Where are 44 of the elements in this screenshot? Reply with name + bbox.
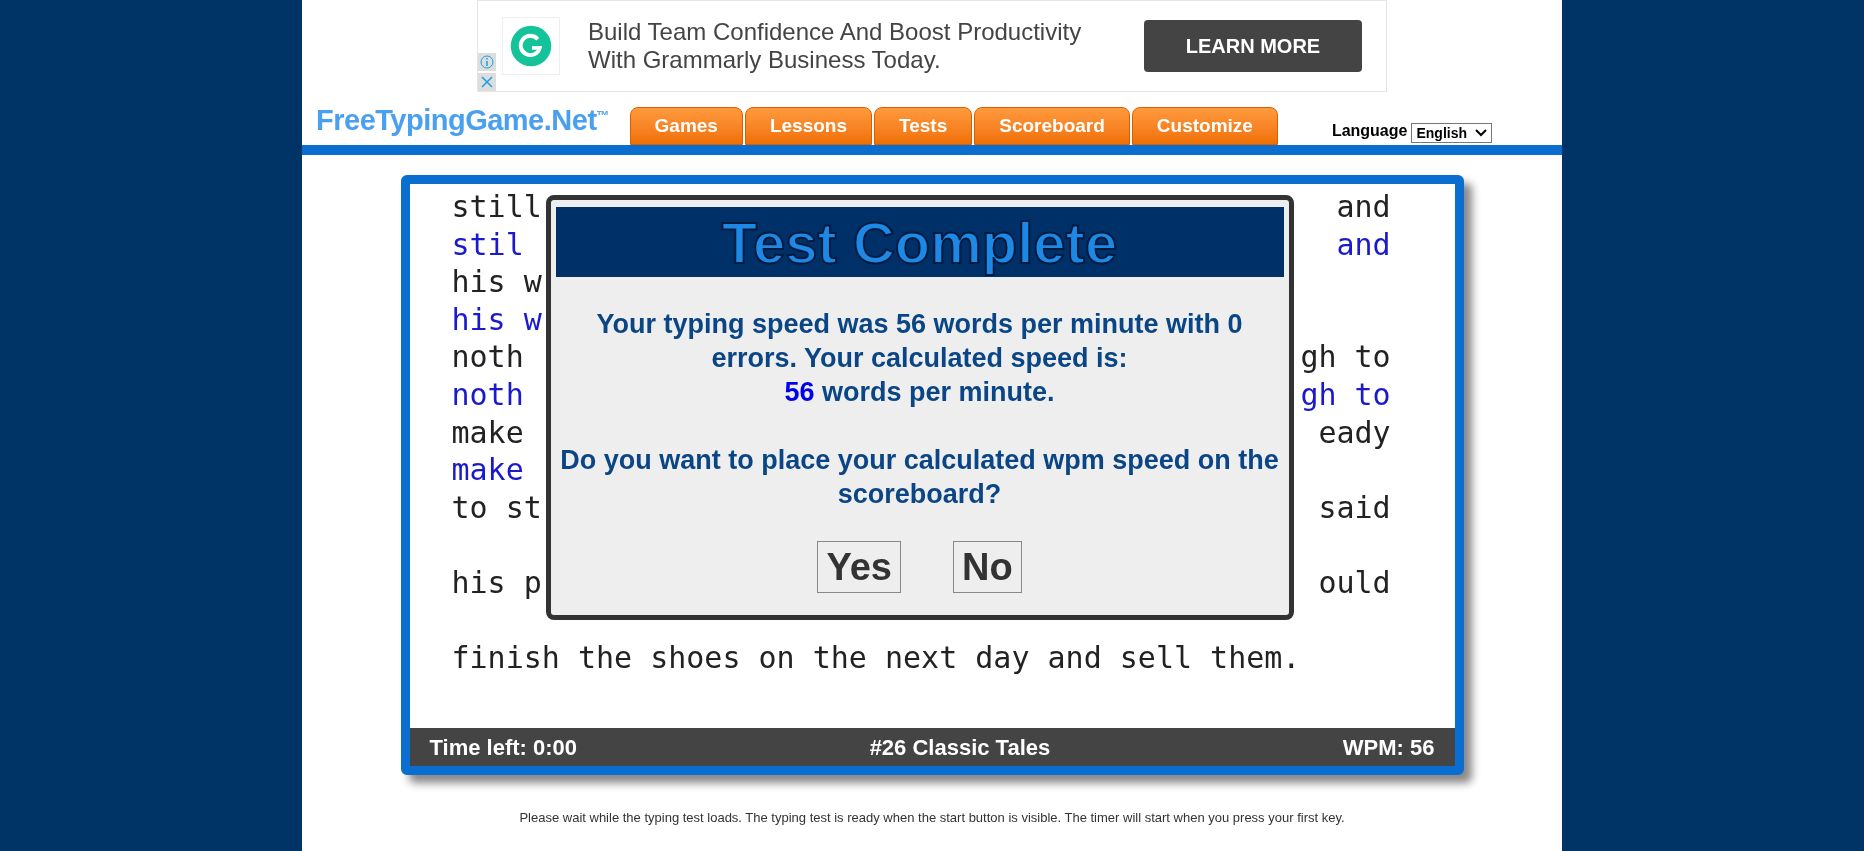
speed-unit: words per minute.	[821, 376, 1055, 409]
text-line: finish the shoes on the next day and sell them.	[451, 639, 1301, 677]
language-select[interactable]: English	[1411, 123, 1492, 143]
test-name: #26 Classic Tales	[869, 733, 1051, 762]
dialog-title: Test Complete	[721, 208, 1118, 277]
text-line: his w	[451, 263, 542, 301]
nav-tab[interactable]: Games	[629, 107, 743, 145]
text-line: make	[451, 451, 524, 489]
text-line: noth	[451, 338, 524, 376]
nav-tab[interactable]: Lessons	[744, 107, 872, 145]
footer-note: Please wait while the typing test loads. The typing test is ready when the start button is visible. The timer will start when you press your first key.	[519, 809, 1345, 827]
no-button[interactable]: No	[952, 541, 1022, 593]
info-icon[interactable]	[478, 53, 496, 71]
time-left: Time left: 0:00	[429, 733, 578, 762]
logo-icon	[502, 17, 560, 75]
text-line: gh to	[1300, 375, 1391, 414]
language-label: Language	[1331, 121, 1408, 141]
text-line: make	[451, 413, 524, 452]
site-logo[interactable]: FreeTypingGame.Net	[316, 106, 597, 135]
question-text: Do you want to place your calculated wpm speed on the scoreboard?	[559, 444, 1280, 511]
wpm-reading: WPM: 56	[1342, 733, 1435, 762]
text-line: gh to	[1300, 338, 1391, 376]
nav-tab[interactable]: Tests	[874, 107, 973, 145]
text-line: stil	[451, 225, 524, 264]
nav-tab[interactable]: Customize	[1131, 107, 1278, 145]
text-line: and	[1336, 188, 1391, 226]
text-line: still	[451, 188, 542, 226]
yes-button[interactable]: Yes	[817, 541, 901, 593]
text-line: eady	[1318, 413, 1391, 452]
text-line: ould	[1318, 563, 1391, 602]
text-line: his p	[451, 563, 542, 602]
text-line: to st	[451, 488, 542, 527]
speed-value: 56	[784, 376, 815, 409]
trademark: ™	[596, 107, 610, 123]
learn-more-button[interactable]: LEARN MORE	[1144, 20, 1362, 72]
caret-icon	[1475, 129, 1487, 137]
nav-tab[interactable]: Scoreboard	[974, 107, 1130, 145]
text-line: said	[1318, 488, 1391, 527]
text-line: noth	[451, 375, 524, 414]
text-line: his w	[451, 300, 542, 339]
result-text: Your typing speed was 56 words per minute with 0 errors. Your calculated speed is:	[595, 308, 1244, 375]
ad-headline: Build Team Confidence And Boost Productivity With Grammarly Business Today.	[588, 18, 1083, 74]
close-icon[interactable]	[478, 73, 496, 91]
text-line: and	[1336, 225, 1391, 264]
